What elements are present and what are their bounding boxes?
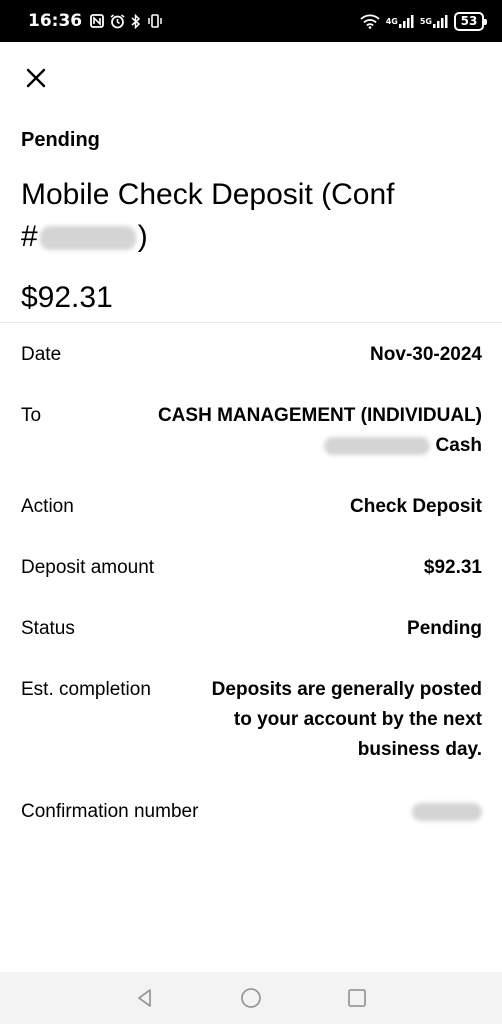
status-time: 16:36 (28, 11, 83, 31)
status-right: 4G 5G 53 (360, 11, 487, 31)
title-suffix: ) (137, 220, 148, 253)
alarm-icon (110, 13, 125, 29)
detail-row-to: To CASH MANAGEMENT (INDIVIDUAL) Cash (21, 401, 482, 461)
est-completion-label: Est. completion (21, 679, 151, 700)
to-account-sub: Cash (158, 431, 482, 461)
transaction-title: Mobile Check Deposit (Conf #) (21, 174, 481, 258)
to-value: CASH MANAGEMENT (INDIVIDUAL) Cash (158, 401, 482, 461)
nfc-icon (90, 14, 105, 28)
close-button[interactable] (20, 62, 52, 94)
title-line-1: Mobile Check Deposit (Conf (21, 178, 395, 211)
back-triangle-icon (138, 989, 151, 1007)
detail-row-action: Action Check Deposit (21, 492, 482, 522)
date-value: Nov-30-2024 (370, 344, 482, 365)
recents-button[interactable] (345, 986, 369, 1010)
action-value: Check Deposit (350, 496, 482, 517)
to-account-name: CASH MANAGEMENT (INDIVIDUAL) (157, 405, 482, 426)
date-label: Date (21, 344, 62, 365)
system-nav-bar (0, 972, 502, 1024)
confirmation-label: Confirmation number (21, 801, 199, 822)
to-label: To (21, 405, 42, 426)
home-button[interactable] (239, 986, 263, 1010)
est-completion-line-2: to your account by the next (233, 709, 482, 730)
detail-row-est-completion: Est. completion Deposits are generally p… (21, 675, 482, 765)
back-button[interactable] (133, 986, 157, 1010)
transaction-amount: $92.31 (21, 281, 113, 314)
battery-level: 53 (460, 14, 478, 28)
battery-icon: 53 (454, 11, 487, 31)
status-value: Pending (407, 618, 482, 639)
pending-status-label: Pending (21, 129, 100, 151)
status-bar: 16:36 4G 5G 53 (0, 0, 502, 42)
signal-icon-2: 5G (420, 14, 448, 28)
status-left: 16:36 (28, 11, 163, 31)
to-account-type: Cash (435, 435, 482, 456)
est-completion-value: Deposits are generally posted to your ac… (212, 675, 482, 765)
close-icon (26, 68, 46, 88)
detail-row-status: Status Pending (21, 614, 482, 644)
header-divider (0, 322, 502, 323)
status-label: Status (21, 618, 75, 639)
deposit-amount-value: $92.31 (423, 557, 482, 578)
transaction-header: Pending Mobile Check Deposit (Conf #) $9… (21, 128, 481, 318)
detail-row-confirmation: Confirmation number (21, 797, 482, 827)
signal-icon-1: 4G (386, 14, 414, 28)
redacted-account-number (323, 437, 430, 455)
detail-row-deposit-amount: Deposit amount $92.31 (21, 553, 482, 583)
title-prefix: # (21, 220, 38, 253)
detail-row-date: Date Nov-30-2024 (21, 340, 482, 370)
action-label: Action (21, 496, 74, 517)
est-completion-line-1: Deposits are generally posted (211, 679, 482, 700)
est-completion-line-3: business day. (357, 739, 482, 760)
recents-square-icon (348, 989, 366, 1007)
vibrate-icon (147, 14, 163, 28)
bluetooth-icon (131, 13, 141, 29)
redacted-conf-number (39, 226, 136, 251)
home-circle-icon (241, 988, 261, 1008)
network-type-label-2: 5G (419, 16, 432, 26)
wifi-icon (360, 14, 380, 29)
redacted-confirmation-number (412, 803, 482, 821)
deposit-amount-label: Deposit amount (21, 557, 155, 578)
transaction-details: Date Nov-30-2024 To CASH MANAGEMENT (IND… (21, 340, 482, 827)
status-icons (90, 13, 163, 29)
network-type-label-1: 4G (385, 16, 398, 26)
